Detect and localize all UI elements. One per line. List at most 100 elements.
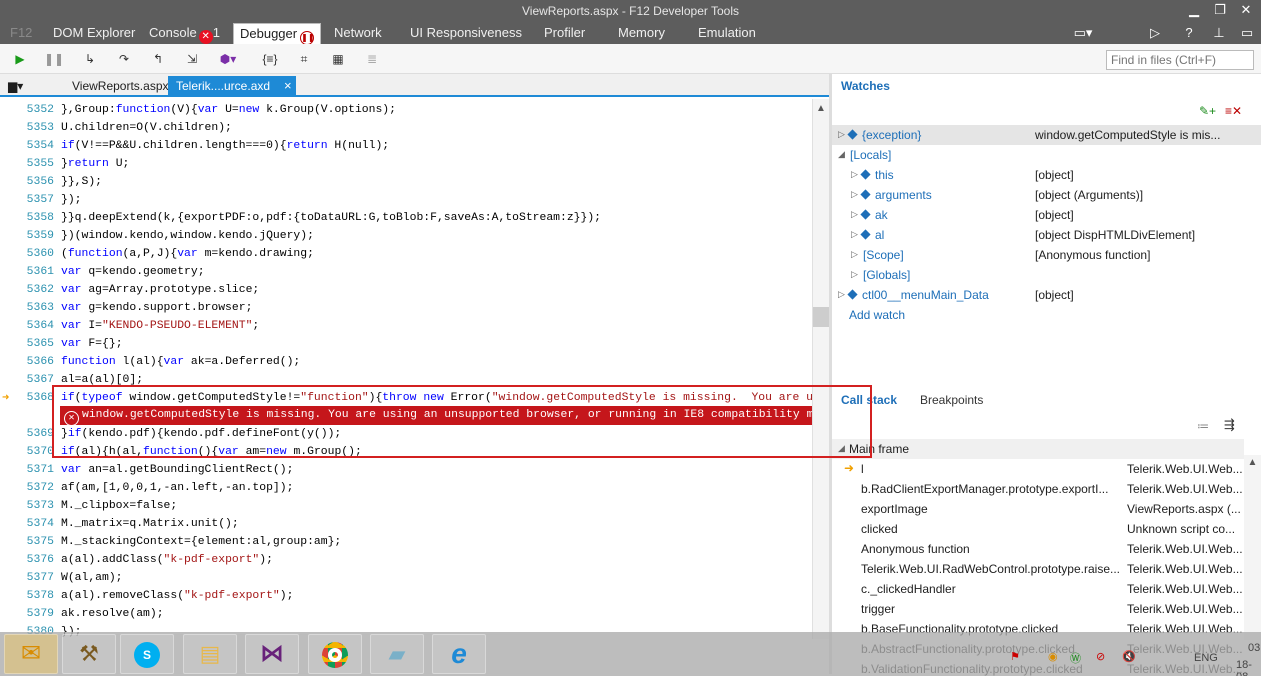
line-number[interactable]: 5362: [16, 284, 54, 296]
minimize-icon[interactable]: ▁: [1182, 0, 1206, 20]
word-wrap-icon[interactable]: ≣: [362, 50, 382, 68]
collapse-icon[interactable]: ◢: [838, 149, 845, 160]
tray-network-icon[interactable]: ⚑: [1010, 650, 1020, 663]
callstack-scrollbar[interactable]: ▲: [1244, 455, 1261, 640]
call-stack-frame[interactable]: Telerik.Web.UI.RadWebControl.prototype.r…: [832, 559, 1244, 579]
skype-icon[interactable]: S: [120, 634, 174, 674]
call-stack-frame[interactable]: exportImage ViewReports.aspx (...: [832, 499, 1244, 519]
line-number[interactable]: 5370: [16, 446, 54, 458]
watch-menu-data[interactable]: ▷ ctl00__menuMain_Data [object]: [832, 285, 1261, 305]
file-explorer-icon[interactable]: ▤: [183, 634, 237, 674]
tab-breakpoints[interactable]: Breakpoints: [920, 393, 983, 407]
notepad-icon[interactable]: ▰: [370, 634, 424, 674]
line-number[interactable]: 5369: [16, 428, 54, 440]
tab-network[interactable]: Network: [334, 23, 382, 44]
line-number[interactable]: 5372: [16, 482, 54, 494]
pretty-print-icon[interactable]: {≡}: [260, 50, 280, 68]
clock-date[interactable]: 18-08: [1236, 659, 1261, 676]
tab-console[interactable]: Console ✕ 1: [149, 23, 220, 44]
break-on-new-worker-icon[interactable]: ⇲: [182, 50, 202, 68]
call-stack-frame[interactable]: ➜ l Telerik.Web.UI.Web...: [832, 459, 1244, 479]
device-target-icon[interactable]: ▭▾: [1068, 22, 1098, 44]
tray-app-icon[interactable]: ◉: [1048, 650, 1058, 663]
line-number[interactable]: 5359: [16, 230, 54, 242]
step-into-icon[interactable]: ↳: [80, 50, 100, 68]
file-tab-viewreports[interactable]: ViewReports.aspx: [64, 76, 177, 97]
step-out-icon[interactable]: ↰: [148, 50, 168, 68]
watch-exception[interactable]: ▷ {exception} window.getComputedStyle is m…: [832, 125, 1261, 145]
tray-security-icon[interactable]: ⊘: [1096, 650, 1105, 663]
chrome-icon[interactable]: [308, 634, 362, 674]
undock-icon[interactable]: ▭: [1234, 22, 1260, 44]
expand-icon[interactable]: ▷: [851, 269, 858, 280]
watch-al[interactable]: ▷ al [object DispHTMLDivElement]: [832, 225, 1261, 245]
line-number[interactable]: 5371: [16, 464, 54, 476]
help-icon[interactable]: ?: [1176, 22, 1202, 44]
collapse-icon[interactable]: ◢: [838, 443, 845, 454]
expand-icon[interactable]: ▷: [851, 209, 858, 220]
just-my-code-icon[interactable]: ⌗: [294, 50, 314, 68]
visual-studio-icon[interactable]: ⋈: [245, 634, 299, 674]
line-number[interactable]: 5374: [16, 518, 54, 530]
pin-icon[interactable]: ⊥: [1206, 22, 1232, 44]
watch-scope[interactable]: ▷ [Scope] [Anonymous function]: [832, 245, 1261, 265]
line-number[interactable]: 5367: [16, 374, 54, 386]
tab-dom-explorer[interactable]: DOM Explorer: [53, 23, 135, 44]
tab-call-stack[interactable]: Call stack: [841, 393, 897, 407]
tools-icon[interactable]: ⚒: [62, 634, 116, 674]
main-frame-row[interactable]: ◢ Main frame: [832, 439, 1244, 459]
call-stack-frame[interactable]: clicked Unknown script co...: [832, 519, 1244, 539]
call-stack-frame[interactable]: trigger Telerik.Web.UI.Web...: [832, 599, 1244, 619]
tab-memory[interactable]: Memory: [618, 23, 665, 44]
tray-status-icon[interactable]: Ⓦ: [1070, 650, 1081, 666]
expand-icon[interactable]: ▷: [851, 169, 858, 180]
line-number[interactable]: 5355: [16, 158, 54, 170]
close-tab-icon[interactable]: ×: [284, 78, 292, 93]
internet-explorer-icon[interactable]: e: [432, 634, 486, 674]
scroll-thumb[interactable]: [813, 307, 829, 327]
show-async-icon[interactable]: ⇶: [1224, 417, 1235, 433]
expand-icon[interactable]: ▷: [838, 129, 845, 140]
line-number[interactable]: 5366: [16, 356, 54, 368]
line-number[interactable]: 5364: [16, 320, 54, 332]
line-number[interactable]: 5352: [16, 104, 54, 116]
call-stack-frame[interactable]: c._clickedHandler Telerik.Web.UI.Web...: [832, 579, 1244, 599]
clock-time[interactable]: 03: [1248, 642, 1260, 654]
call-stack-frame[interactable]: Anonymous function Telerik.Web.UI.Web...: [832, 539, 1244, 559]
watch-locals[interactable]: ◢ [Locals]: [832, 145, 1261, 165]
line-number[interactable]: 5376: [16, 554, 54, 566]
watch-arguments[interactable]: ▷ arguments [object (Arguments)]: [832, 185, 1261, 205]
step-over-icon[interactable]: ↷: [114, 50, 134, 68]
line-number[interactable]: 5363: [16, 302, 54, 314]
callstack-option-icon[interactable]: ≔: [1197, 419, 1209, 433]
break-icon[interactable]: ❚❚: [44, 50, 64, 68]
line-number[interactable]: 5377: [16, 572, 54, 584]
line-number[interactable]: 5356: [16, 176, 54, 188]
tab-profiler[interactable]: Profiler: [544, 23, 585, 44]
call-stack-frame[interactable]: b.RadClientExportManager.prototype.expor…: [832, 479, 1244, 499]
line-number[interactable]: 5375: [16, 536, 54, 548]
line-number[interactable]: 5354: [16, 140, 54, 152]
watch-this[interactable]: ▷ this [object]: [832, 165, 1261, 185]
line-number[interactable]: 5358: [16, 212, 54, 224]
start-outlook-icon[interactable]: ✉: [4, 634, 58, 674]
expand-icon[interactable]: ▷: [851, 249, 858, 260]
line-number[interactable]: 5353: [16, 122, 54, 134]
expand-icon[interactable]: ▷: [838, 289, 845, 300]
continue-icon[interactable]: ▶: [10, 50, 30, 68]
restore-icon[interactable]: ❐: [1208, 0, 1232, 20]
expand-icon[interactable]: ▷: [851, 229, 858, 240]
exception-behavior-icon[interactable]: ⬢▾: [218, 50, 238, 68]
scroll-up-icon[interactable]: ▲: [1244, 457, 1261, 468]
add-watch-link[interactable]: Add watch: [849, 308, 905, 322]
line-number[interactable]: 5378: [16, 590, 54, 602]
watch-ak[interactable]: ▷ ak [object]: [832, 205, 1261, 225]
source-map-icon[interactable]: ▦: [328, 50, 348, 68]
line-number[interactable]: 5361: [16, 266, 54, 278]
delete-all-watches-icon[interactable]: ≡✕: [1225, 104, 1242, 118]
language-indicator[interactable]: ENG: [1194, 652, 1218, 664]
console-toggle-icon[interactable]: ▷: [1142, 22, 1168, 44]
code-scrollbar[interactable]: ▲: [812, 99, 829, 639]
find-in-files-input[interactable]: [1106, 50, 1254, 70]
file-tab-telerik[interactable]: Telerik....urce.axd ×: [168, 76, 296, 97]
